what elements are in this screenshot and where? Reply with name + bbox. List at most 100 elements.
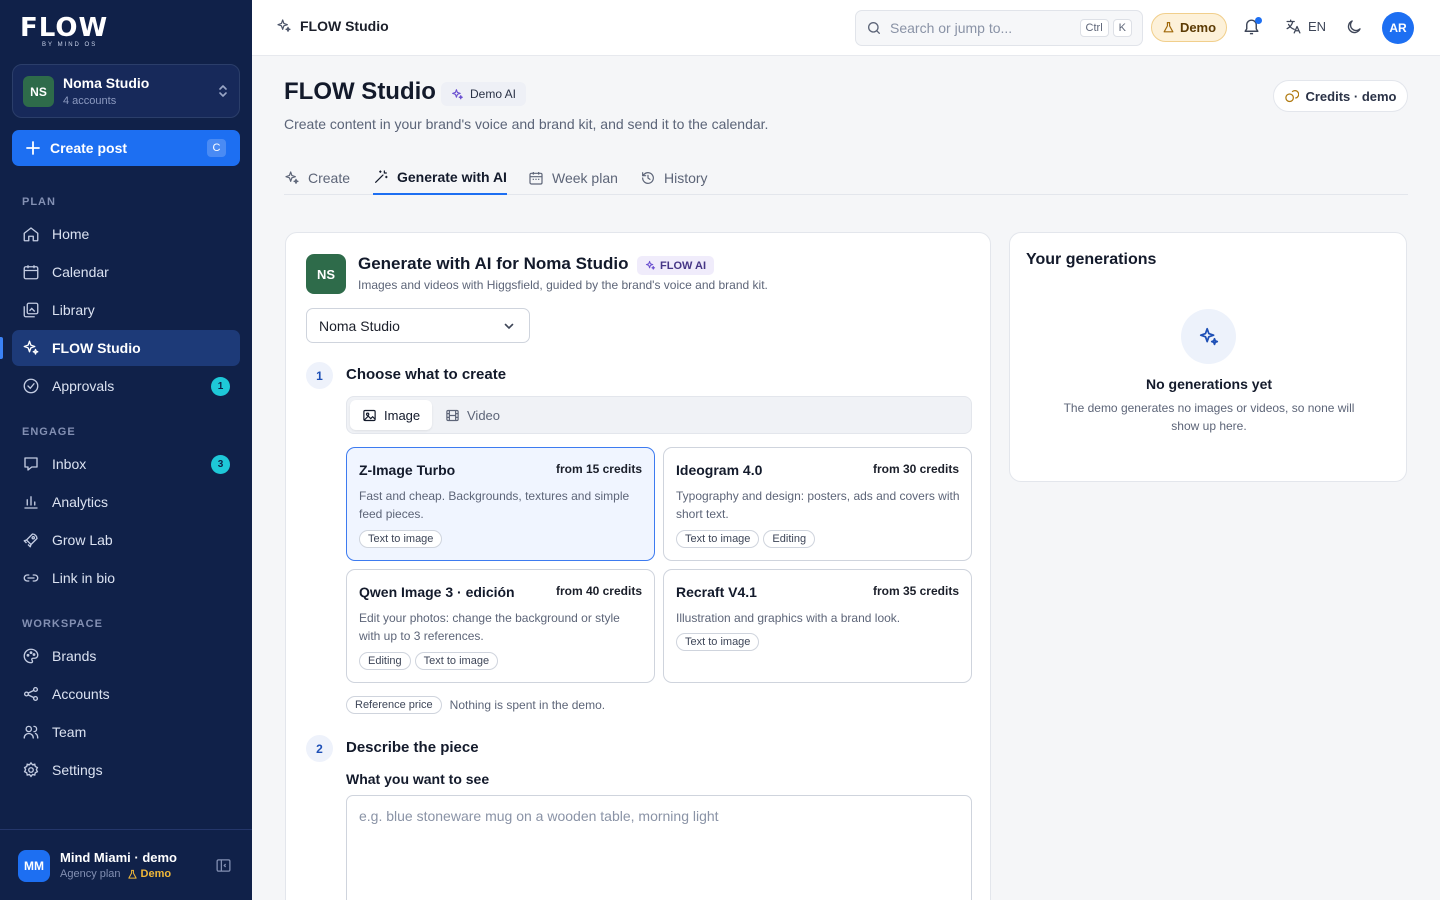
flask-icon — [127, 869, 138, 880]
sparkles-icon — [22, 339, 40, 357]
model-tags: Text to image Editing — [676, 530, 816, 548]
search-placeholder: Search or jump to... — [890, 20, 1013, 36]
sparkles-icon — [645, 260, 656, 271]
translate-icon — [1285, 18, 1302, 35]
media-type-image[interactable]: Image — [350, 400, 433, 430]
demo-label: Demo — [140, 868, 172, 880]
create-post-button[interactable]: Create post C — [12, 130, 240, 166]
sidebar-item-inbox[interactable]: Inbox 3 — [12, 446, 240, 482]
sidebar-item-calendar[interactable]: Calendar — [12, 254, 240, 290]
sidebar-item-label: Grow Lab — [52, 532, 113, 548]
create-post-shortcut: C — [207, 139, 226, 157]
sidebar-item-library[interactable]: Library — [12, 292, 240, 328]
generations-title: Your generations — [1026, 251, 1157, 268]
sidebar-item-label: Home — [52, 226, 90, 242]
media-type-video[interactable]: Video — [433, 400, 512, 430]
org-avatar[interactable]: MM — [18, 850, 50, 882]
workspace-name: Noma Studio — [63, 75, 150, 91]
flow-logo[interactable]: FLOW BY MIND OS — [20, 14, 130, 50]
topbar-breadcrumb: FLOW Studio — [276, 18, 389, 34]
sidebar-item-link-in-bio[interactable]: Link in bio — [12, 560, 240, 596]
prompt-input[interactable] — [346, 795, 972, 900]
credits-button[interactable]: Credits · demo — [1273, 80, 1408, 112]
inbox-count-badge: 3 — [211, 455, 230, 474]
reference-price-tag: Reference price — [346, 696, 442, 714]
model-price: from 15 credits — [555, 462, 642, 476]
model-name: Ideogram 4.0 — [676, 462, 763, 478]
sidebar-item-flow-studio[interactable]: FLOW Studio — [12, 330, 240, 366]
media-type-label: Image — [384, 407, 421, 423]
media-type-label: Video — [467, 407, 501, 423]
demo-mode-button[interactable]: Demo — [1151, 13, 1227, 42]
sidebar-item-settings[interactable]: Settings — [12, 752, 240, 788]
step-1-title: Choose what to create — [346, 366, 507, 383]
home-icon — [22, 225, 40, 243]
demo-mode-label: Demo — [1179, 20, 1217, 35]
generations-empty-description: The demo generates no images or videos, … — [1063, 401, 1355, 433]
account-footer: MM Mind Miami · demo Agency plan Demo — [0, 829, 252, 900]
model-price: from 35 credits — [872, 584, 959, 598]
brand-select[interactable]: Noma Studio — [306, 308, 530, 343]
plan-label: Agency plan — [60, 868, 121, 880]
sidebar-item-brands[interactable]: Brands — [12, 638, 240, 674]
prompt-label: What you want to see — [346, 771, 490, 787]
share-icon — [22, 685, 40, 703]
sidebar-item-team[interactable]: Team — [12, 714, 240, 750]
users-icon — [22, 723, 40, 741]
topbar-title: FLOW Studio — [300, 18, 389, 34]
demo-ai-label: Demo AI — [470, 87, 517, 101]
nav-section-engage: ENGAGE — [22, 426, 76, 438]
create-post-label: Create post — [50, 140, 128, 156]
workspace-accounts-count: 4 accounts — [63, 95, 117, 107]
logo-subtext: BY MIND OS — [42, 42, 98, 48]
link-icon — [22, 569, 40, 587]
workspace-switcher[interactable]: NS Noma Studio 4 accounts — [12, 64, 240, 118]
media-type-toggle: Image Video — [346, 396, 972, 434]
language-code: EN — [1308, 19, 1327, 34]
model-card-recraft[interactable]: Recraft V4.1 from 35 credits Illustratio… — [663, 569, 972, 683]
tab-label: History — [664, 169, 708, 186]
wand-icon — [373, 169, 389, 185]
moon-icon[interactable] — [1345, 18, 1363, 36]
flow-ai-badge: FLOW AI — [637, 256, 715, 275]
chevron-down-icon — [503, 320, 515, 332]
model-description: Edit your photos: change the background … — [359, 611, 620, 643]
sidebar-item-label: Analytics — [52, 494, 109, 510]
kbd-k: K — [1112, 19, 1132, 37]
sidebar-item-home[interactable]: Home — [12, 216, 240, 252]
sidebar-item-label: FLOW Studio — [52, 340, 141, 356]
model-tag: Text to image — [676, 530, 760, 548]
reference-price-note: Nothing is spent in the demo. — [449, 698, 606, 712]
sidebar-item-analytics[interactable]: Analytics — [12, 484, 240, 520]
model-tag: Editing — [359, 652, 411, 670]
generations-empty-icon — [1181, 309, 1236, 364]
sidebar-item-grow-lab[interactable]: Grow Lab — [12, 522, 240, 558]
model-card-z-image-turbo[interactable]: Z-Image Turbo from 15 credits Fast and c… — [346, 447, 655, 561]
user-avatar[interactable]: AR — [1382, 12, 1414, 44]
model-name: Qwen Image 3 · edición — [359, 584, 515, 600]
step-2-title: Describe the piece — [346, 739, 479, 756]
notification-dot — [1255, 17, 1262, 24]
tab-week-plan[interactable]: Week plan — [528, 160, 618, 195]
tab-create[interactable]: Create — [284, 160, 350, 195]
collapse-sidebar-icon[interactable] — [215, 857, 232, 874]
gear-icon — [22, 761, 40, 779]
tab-generate-with-ai[interactable]: Generate with AI — [373, 160, 507, 195]
tab-history[interactable]: History — [640, 160, 708, 195]
calendar-icon — [528, 170, 544, 186]
sidebar-item-label: Team — [52, 724, 87, 740]
sidebar-item-accounts[interactable]: Accounts — [12, 676, 240, 712]
palette-icon — [22, 647, 40, 665]
approvals-count-badge: 1 — [211, 377, 230, 396]
search-input[interactable]: Search or jump to... Ctrl K — [855, 10, 1143, 46]
model-card-qwen-image[interactable]: Qwen Image 3 · edición from 40 credits E… — [346, 569, 655, 683]
sidebar-item-label: Calendar — [52, 264, 109, 280]
sidebar-item-label: Accounts — [52, 686, 110, 702]
sidebar-item-label: Approvals — [52, 378, 115, 394]
nav-section-plan: PLAN — [22, 196, 56, 208]
model-tags: Editing Text to image — [359, 652, 499, 670]
model-card-ideogram[interactable]: Ideogram 4.0 from 30 credits Typography … — [663, 447, 972, 561]
sidebar-item-approvals[interactable]: Approvals 1 — [12, 368, 240, 404]
model-price: from 40 credits — [555, 584, 642, 598]
language-switcher[interactable]: EN — [1285, 18, 1326, 35]
